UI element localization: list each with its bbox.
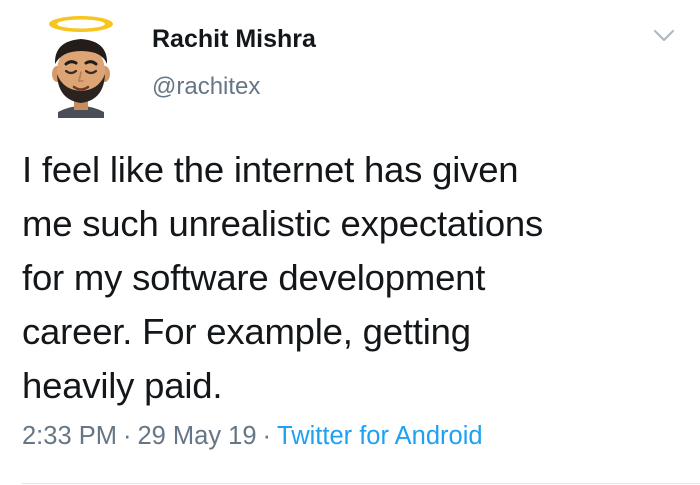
bitmoji-avatar-halo-icon	[49, 16, 113, 118]
meta-separator: ·	[122, 422, 132, 450]
tweet-text: I feel like the internet has given me su…	[22, 143, 682, 413]
avatar[interactable]	[36, 8, 128, 118]
tweet-date: 29 May 19	[137, 422, 257, 450]
meta-separator: ·	[262, 422, 272, 450]
tweet-metadata: 2:33 PM · 29 May 19 · Twitter for Android	[22, 422, 483, 451]
tweet-text-line: me such unrealistic expectations	[22, 203, 544, 244]
user-handle[interactable]: @rachitex	[152, 73, 260, 101]
tweet-source-link[interactable]: Twitter for Android	[277, 422, 483, 450]
divider	[22, 483, 700, 484]
tweet-card: Rachit Mishra @rachitex I feel like the …	[0, 0, 700, 485]
tweet-text-line: career. For example, getting	[22, 311, 471, 352]
tweet-text-line: I feel like the internet has given	[22, 149, 519, 190]
tweet-text-line: heavily paid.	[22, 365, 223, 406]
tweet-time: 2:33 PM	[22, 422, 117, 450]
chevron-down-icon[interactable]	[651, 26, 677, 46]
display-name[interactable]: Rachit Mishra	[152, 25, 316, 54]
tweet-text-line: for my software development	[22, 257, 486, 298]
